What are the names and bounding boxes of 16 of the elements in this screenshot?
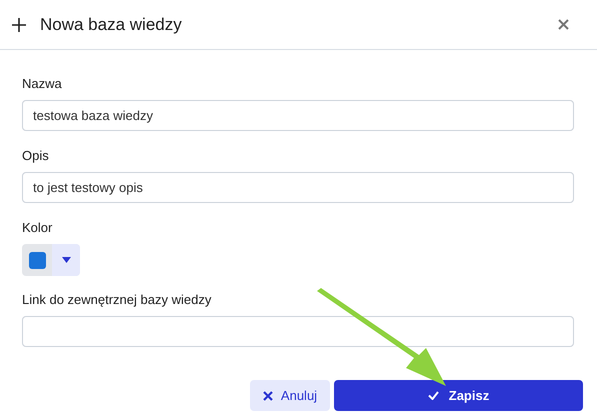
close-icon [262,390,273,400]
color-picker[interactable] [22,244,80,276]
text-field[interactable]: testowa baza wiedzy [22,100,574,131]
dialog-title: Nowa baza wiedzy [40,14,182,36]
field-label: Nazwa [22,76,63,92]
save-button[interactable]: Zapisz [334,380,583,411]
dropdown-caret-icon [62,257,70,263]
text-field[interactable]: to jest testowy opis [22,172,574,203]
field-label: Opis [22,148,50,164]
field-label: Link do zewnętrznej bazy wiedzy [22,292,212,308]
check-icon [428,391,439,400]
text-field[interactable] [22,316,574,347]
field-label: Kolor [22,220,54,236]
cancel-button[interactable]: Anuluj [250,380,330,411]
plus-icon [12,18,26,32]
close-icon[interactable] [558,19,569,30]
